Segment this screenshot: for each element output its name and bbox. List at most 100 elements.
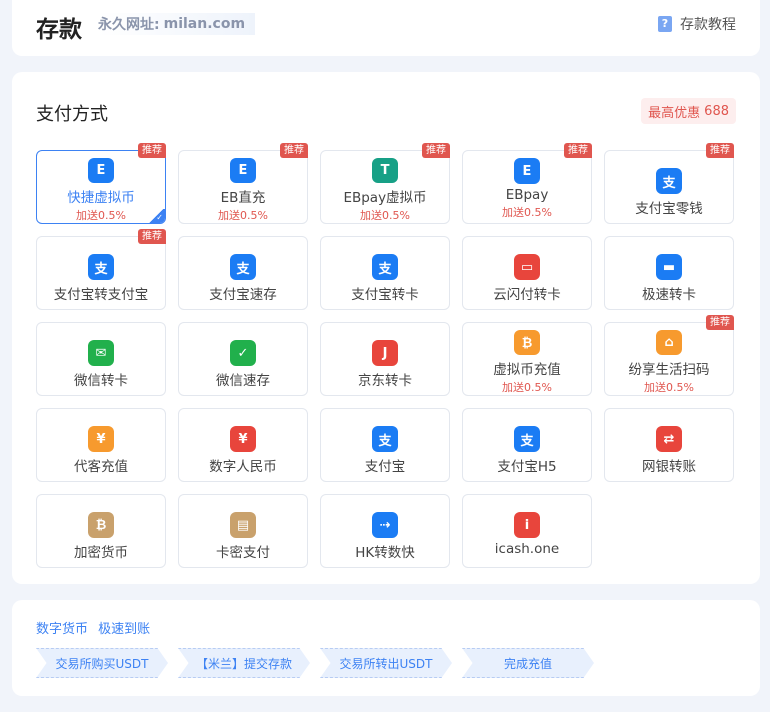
payment-method-name: 支付宝零钱 xyxy=(635,201,703,217)
payment-method-name: 支付宝转卡 xyxy=(351,287,419,303)
yuan-icon: ¥ xyxy=(230,426,256,452)
payment-method-name: EBpay xyxy=(505,187,549,203)
jd-icon: J xyxy=(372,340,398,366)
recommended-badge: 推荐 xyxy=(422,143,450,158)
payment-method-name: icash.one xyxy=(494,541,560,557)
payment-method-tile[interactable]: ▬ 极速转卡 xyxy=(604,236,734,310)
home-icon: ⌂ xyxy=(656,330,682,355)
payment-method-tile[interactable]: E EB直充加送0.5% 推荐 xyxy=(178,143,308,224)
permalink-banner: 永久网址: milan.com xyxy=(98,13,256,35)
steps-label-fast: 极速到账 xyxy=(98,622,151,637)
payment-method-tile[interactable]: ₿ 加密货币 xyxy=(36,494,166,568)
alipay-card-icon: 支 xyxy=(372,254,398,280)
payment-method-bonus: 加送0.5% xyxy=(76,209,126,222)
usdt-steps-card: 数字货币 极速到账 交易所购买USDT 【米兰】提交存款 交易所转出USDT 完成充值 xyxy=(12,600,760,696)
payment-method-name: EB直充 xyxy=(220,190,266,206)
payment-methods-grid: E 快捷虚拟币 加送0.5% 推荐 ✓ E EB直充 加送0.5% 推荐 T EBpay虚拟币 加送0… xyxy=(36,143,734,568)
hand-coin-icon: ¥ xyxy=(88,426,114,452)
payment-method-bonus: 加送0.5% xyxy=(360,209,410,222)
payment-method-name: 虚拟币充值 xyxy=(493,362,561,378)
payment-method-tile[interactable]: ▭ 云闪付转卡 xyxy=(462,236,592,310)
page-title: 存款 xyxy=(36,17,82,43)
payment-method-tile[interactable]: ▤ 卡密支付 xyxy=(178,494,308,568)
payment-method-tile[interactable]: ¥ 数字人民币 xyxy=(178,408,308,482)
deposit-tutorial-link[interactable]: ? 存款教程 xyxy=(658,14,736,34)
payment-method-tile[interactable]: i icash.one xyxy=(462,494,592,568)
header-card: 存款 永久网址: milan.com ? 存款教程 xyxy=(12,0,760,56)
eb-wallet-icon: E xyxy=(88,158,114,183)
eb-wallet-icon: E xyxy=(514,158,540,184)
permalink-label: 永久网址: xyxy=(98,17,160,33)
payment-method-tile[interactable]: ⇢ HK转数快 xyxy=(320,494,450,568)
steps-heading: 数字货币 极速到账 xyxy=(36,618,150,637)
payment-method-tile[interactable]: 支支付宝速存 xyxy=(178,236,308,310)
tutorial-label: 存款教程 xyxy=(680,17,736,33)
max-discount-label: 最高优惠 xyxy=(648,105,701,121)
payment-method-bonus: 加送0.5% xyxy=(218,209,268,222)
payment-method-name: 支付宝 xyxy=(364,459,406,475)
wechat-card-icon: ✉ xyxy=(88,340,114,366)
payment-method-tile[interactable]: 支支付宝 xyxy=(320,408,450,482)
selected-check-icon: ✓ xyxy=(147,209,165,223)
eb-wallet-icon: E xyxy=(230,158,256,183)
bank-card-icon: ▬ xyxy=(656,254,682,280)
payment-method-name: 代客充值 xyxy=(74,459,128,475)
alipay-icon: 支 xyxy=(230,254,256,280)
payment-method-name: 快捷虚拟币 xyxy=(67,190,135,206)
payment-method-tile[interactable]: ⌂ 纷享生活扫码 加送0.5% 推荐 xyxy=(604,315,734,396)
deposit-step: 完成充值 xyxy=(462,648,594,678)
payment-method-name: 卡密支付 xyxy=(216,545,270,561)
payment-method-name: 支付宝H5 xyxy=(497,459,557,475)
transfer-icon: ⇄ xyxy=(656,426,682,452)
payment-method-name: EBpay虚拟币 xyxy=(343,190,427,206)
alipay-icon: 支 xyxy=(514,426,540,452)
payment-method-name: 数字人民币 xyxy=(209,459,277,475)
recommended-badge: 推荐 xyxy=(706,315,734,330)
tether-icon: T xyxy=(372,158,398,183)
payment-method-name: 京东转卡 xyxy=(358,373,412,389)
payment-method-name: 支付宝转支付宝 xyxy=(53,287,149,303)
payment-method-name: 极速转卡 xyxy=(642,287,696,303)
recommended-badge: 推荐 xyxy=(138,143,166,158)
payment-method-bonus: 加送0.5% xyxy=(502,381,552,394)
deposit-step: 交易所转出USDT xyxy=(320,648,452,678)
payment-method-tile[interactable]: 支支付宝零钱 推荐 xyxy=(604,143,734,224)
payment-method-name: 支付宝速存 xyxy=(209,287,277,303)
payment-method-tile[interactable]: ₿ 虚拟币充值加送0.5% xyxy=(462,322,592,396)
payment-method-name: 网银转账 xyxy=(642,459,696,475)
payment-method-name: 纷享生活扫码 xyxy=(628,362,710,378)
recommended-badge: 推荐 xyxy=(138,229,166,244)
payment-method-tile[interactable]: T EBpay虚拟币 加送0.5% 推荐 xyxy=(320,143,450,224)
card-key-icon: ▤ xyxy=(230,512,256,538)
payment-method-tile[interactable]: 支支付宝转卡 xyxy=(320,236,450,310)
payment-method-tile[interactable]: E 快捷虚拟币加送0.5% 推荐 ✓ xyxy=(36,143,166,224)
payment-method-tile[interactable]: J 京东转卡 xyxy=(320,322,450,396)
steps-row: 交易所购买USDT 【米兰】提交存款 交易所转出USDT 完成充值 xyxy=(36,648,604,678)
icash-icon: i xyxy=(514,512,540,538)
payment-method-name: 加密货币 xyxy=(74,545,128,561)
alipay-icon: 支 xyxy=(656,168,682,194)
payment-method-bonus: 加送0.5% xyxy=(644,381,694,394)
payment-method-tile[interactable]: ¥ 代客充值 xyxy=(36,408,166,482)
recommended-badge: 推荐 xyxy=(280,143,308,158)
steps-label-digital: 数字货币 xyxy=(36,622,89,637)
permalink-url: milan.com xyxy=(163,16,246,32)
payment-method-tile[interactable]: ⇄ 网银转账 xyxy=(604,408,734,482)
deposit-step: 交易所购买USDT xyxy=(36,648,168,678)
section-title: 支付方式 xyxy=(36,104,108,125)
payment-method-tile[interactable]: E EBpay 加送0.5% 推荐 xyxy=(462,143,592,224)
help-icon: ? xyxy=(658,16,672,32)
recommended-badge: 推荐 xyxy=(564,143,592,158)
max-discount-value: 688 xyxy=(704,103,729,119)
payment-method-tile[interactable]: ✉ 微信转卡 xyxy=(36,322,166,396)
payment-method-tile[interactable]: 支支付宝H5 xyxy=(462,408,592,482)
payment-method-bonus: 加送0.5% xyxy=(502,206,552,219)
unionpay-icon: ▭ xyxy=(514,254,540,280)
bitcoin-icon: ₿ xyxy=(88,512,114,538)
bitcoin-icon: ₿ xyxy=(514,330,540,355)
payment-method-tile[interactable]: 支支付宝转支付宝 推荐 xyxy=(36,229,166,310)
max-discount-badge: 最高优惠 688 xyxy=(641,98,736,124)
payment-method-tile[interactable]: ✓ 微信速存 xyxy=(178,322,308,396)
alipay-icon: 支 xyxy=(372,426,398,452)
hk-fps-icon: ⇢ xyxy=(372,512,398,538)
